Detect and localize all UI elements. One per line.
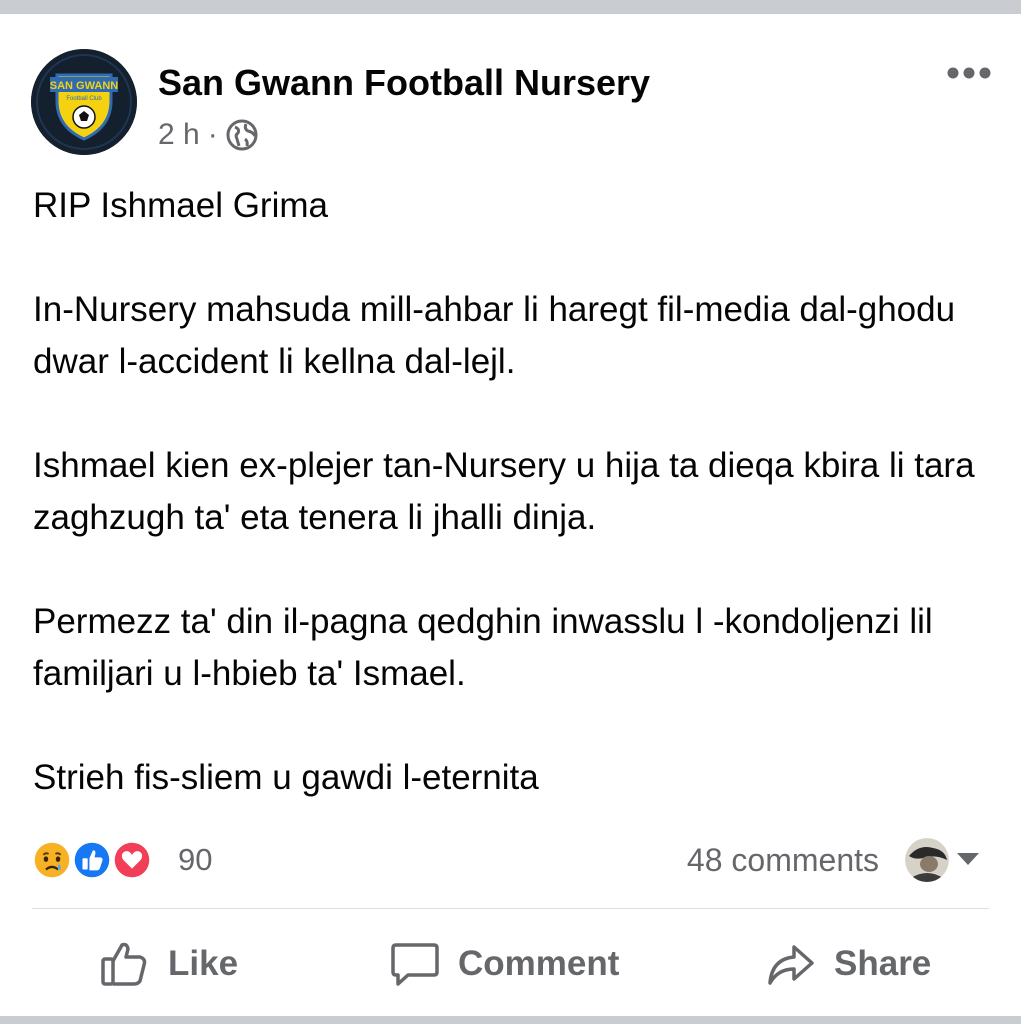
share-arrow-icon [768, 945, 814, 985]
sad-reaction-icon [30, 838, 74, 882]
thumbs-up-icon [101, 942, 147, 986]
post-paragraph: Permezz ta' din il-pagna qedghin inwassl… [33, 602, 933, 693]
more-options-icon[interactable] [940, 58, 998, 88]
like-label: Like [168, 944, 239, 983]
post-paragraph: RIP Ishmael Grima [33, 186, 328, 225]
comments-count[interactable]: 48 comments [687, 838, 879, 882]
reaction-summary[interactable] [30, 838, 160, 882]
bottom-separator [0, 1016, 1021, 1024]
viewer-avatar[interactable] [905, 838, 949, 882]
post-meta: 2 h · [158, 115, 258, 155]
post-paragraph: In-Nursery mahsuda mill-ahbar li haregt … [33, 290, 956, 381]
share-button[interactable]: Share [766, 935, 931, 993]
post-paragraph: Strieh fis-sliem u gawdi l-eternita [33, 758, 539, 797]
share-label: Share [834, 944, 932, 983]
page-name[interactable]: San Gwann Football Nursery [158, 62, 650, 104]
crest-subtext: Football Club [66, 96, 102, 102]
reaction-count[interactable]: 90 [178, 838, 212, 882]
post-paragraph: Ishmael kien ex-plejer tan-Nursery u hij… [33, 446, 975, 537]
chevron-down-icon[interactable] [955, 848, 981, 870]
top-separator [0, 0, 1021, 14]
post-time[interactable]: 2 h [158, 118, 200, 152]
comment-bubble-icon [391, 943, 439, 986]
love-reaction-icon [110, 838, 154, 882]
like-reaction-icon [70, 838, 114, 882]
club-crest-icon: SAN GWANN Football Club [31, 49, 137, 155]
crest-text: SAN GWANN [50, 80, 119, 92]
page-avatar[interactable]: SAN GWANN Football Club [31, 49, 137, 155]
like-button[interactable]: Like [100, 935, 238, 993]
meta-separator: · [207, 118, 218, 151]
comment-label: Comment [458, 944, 620, 983]
globe-icon[interactable] [226, 119, 258, 151]
divider [32, 908, 989, 909]
comment-button[interactable]: Comment [390, 935, 619, 993]
post-message: RIP Ishmael Grima In-Nursery mahsuda mil… [33, 180, 993, 804]
